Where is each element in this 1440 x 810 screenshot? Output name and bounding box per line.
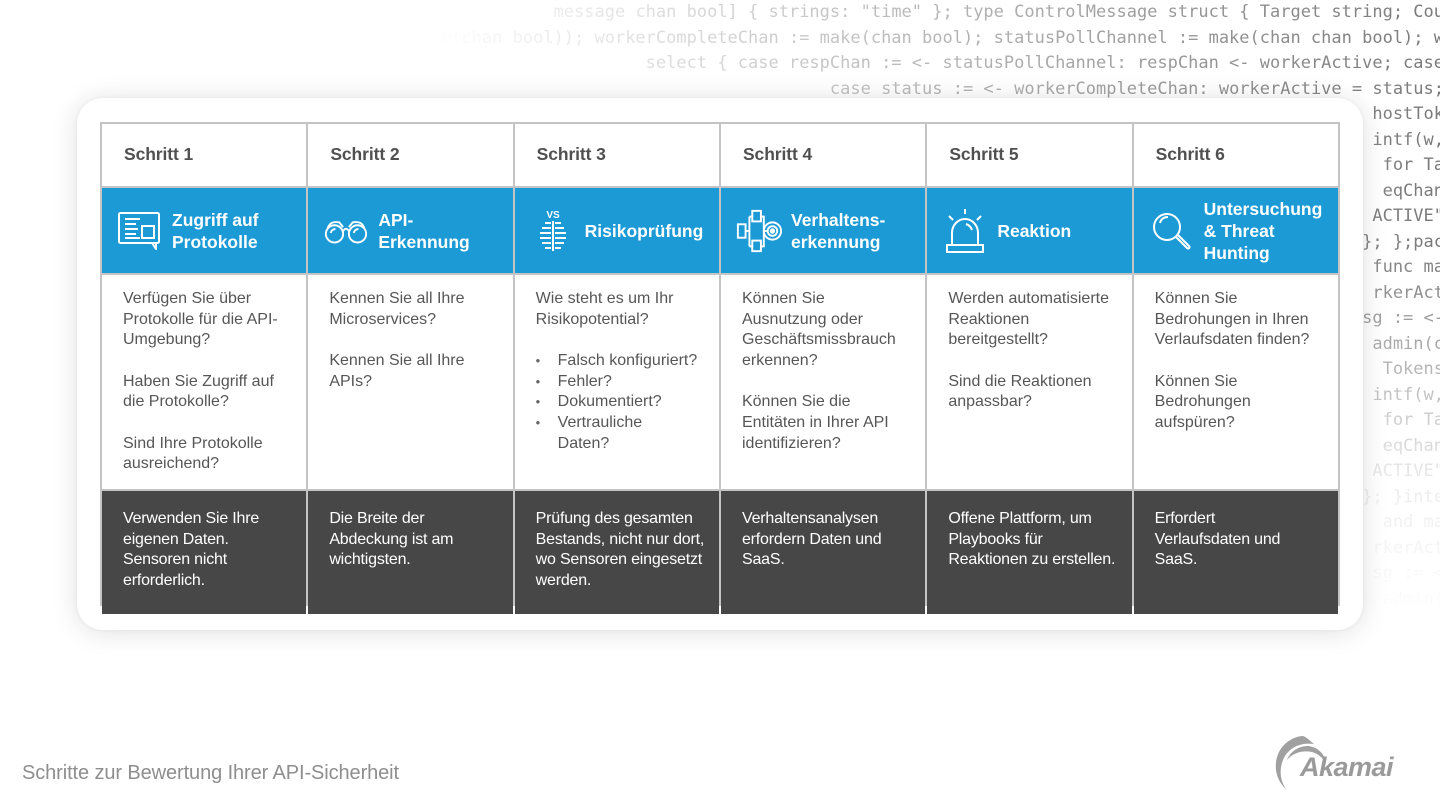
step-questions-3: Wie steht es um Ihr Risikopotential? Fal… — [514, 275, 719, 489]
step-questions-6: Können Sie Bedrohungen in Ihren Verlaufs… — [1133, 275, 1338, 489]
code-line: eqChan — [1382, 435, 1440, 456]
step-questions-1: Verfügen Sie über Protokolle für die API… — [102, 275, 307, 489]
bullet-item: Dokumentiert? — [536, 392, 705, 413]
code-line: }; };pac — [1362, 231, 1440, 252]
step-label: Schritt 1 — [124, 144, 194, 164]
step-note-5: Offene Plattform, um Playbooks für Reakt… — [927, 491, 1132, 614]
step-label: Schritt 4 — [742, 144, 813, 164]
step-questions-4: Können Sie Ausnutzung oder Geschäftsmiss… — [720, 275, 926, 489]
note-text: Prüfung des gesamten Bestands, nicht nur… — [535, 510, 705, 590]
step-header-2: API- Erkennung — [308, 188, 513, 273]
step-title: Reaktion — [997, 220, 1072, 241]
code-line: t := make(chan bool)); workerCompleteCha… — [359, 27, 1440, 48]
footer-title: Schritte zur Bewertung Ihrer API-Sicherh… — [22, 762, 399, 784]
note-text: Verhaltensanalysen erfordern Daten und S… — [741, 510, 882, 569]
step-note-1: Verwenden Sie Ihre eigenen Daten. Sensor… — [102, 491, 307, 614]
code-line: select { case respChan := <- statusPollC… — [645, 53, 1440, 73]
step-label-cell-4: Schritt 4 — [720, 124, 926, 186]
code-line: hostTok — [1372, 104, 1440, 124]
step-label: Schritt 2 — [330, 144, 400, 164]
code-line: }; }inte — [1362, 486, 1440, 507]
note-text: Offene Plattform, um Playbooks für Reakt… — [948, 510, 1116, 569]
code-line: message chan bool] { strings: "time" }; … — [553, 2, 1440, 22]
code-line: for Ta — [1382, 155, 1440, 175]
question: Sind die Reaktionen anpassbar? — [948, 372, 1092, 411]
step-questions-2: Kennen Sie all Ihre Microservices? Kenne… — [308, 275, 513, 489]
step-label-cell-1: Schritt 1 — [102, 124, 307, 186]
step-header-6: Untersuchung & Threat Hunting — [1133, 188, 1338, 273]
question: Werden automatisierte Reaktionen bereitg… — [948, 290, 1109, 349]
step-header-4: Verhaltens-erkennung — [720, 188, 926, 273]
step-note-3: Prüfung des gesamten Bestands, nicht nur… — [514, 491, 719, 614]
bullet-item: Fehler? — [536, 372, 705, 393]
step-label-cell-2: Schritt 2 — [308, 124, 513, 186]
step-header-3: VS Risikoprüfung — [514, 188, 719, 273]
question: Können Sie Ausnutzung oder Geschäftsmiss… — [741, 290, 896, 370]
step-label-cell-5: Schritt 5 — [927, 124, 1132, 186]
code-line: intf(w, — [1372, 129, 1440, 150]
step-header-1: Zugriff auf Protokolle — [102, 188, 307, 273]
note-text: Erfordert Verlaufsdaten und SaaS. — [1154, 510, 1281, 569]
akamai-wordmark: Akamai — [1300, 752, 1394, 782]
step-header-5: Reaktion — [927, 188, 1132, 273]
code-line: sg := <- — [1362, 308, 1440, 328]
question: Sind Ihre Protokolle ausreichend? — [123, 434, 263, 473]
question: Kennen Sie all Ihre Microservices? — [329, 290, 465, 328]
note-text: Die Breite der Abdeckung ist am wichtigs… — [329, 510, 454, 569]
step-questions-5: Werden automatisierte Reaktionen bereitg… — [927, 275, 1132, 489]
magnifier-icon — [1148, 207, 1196, 255]
step-title: API- Erkennung — [378, 209, 470, 252]
code-line: func ma — [1372, 257, 1440, 277]
question: Wie steht es um Ihr Risikopotential? — [535, 290, 674, 328]
code-line: for Ta — [1382, 410, 1440, 430]
alarm-siren-icon — [941, 207, 989, 255]
code-line: rkerAct — [1372, 537, 1440, 558]
step-label-cell-6: Schritt 6 — [1133, 124, 1338, 186]
vs-label: VS — [546, 210, 560, 221]
code-line: ACTIVE" — [1372, 206, 1440, 226]
step-label: Schritt 3 — [536, 144, 606, 164]
step-note-4: Verhaltensanalysen erfordern Daten und S… — [720, 491, 926, 614]
question: Haben Sie Zugriff auf die Protokolle? — [123, 372, 274, 411]
code-line: rkerAct — [1372, 282, 1440, 303]
code-line: intf(w, — [1372, 384, 1440, 405]
step-note-6: Erfordert Verlaufsdaten und SaaS. — [1133, 491, 1338, 614]
code-line: admin(c — [1372, 333, 1440, 354]
step-label: Schritt 6 — [1155, 144, 1225, 164]
binoculars-icon — [322, 207, 370, 255]
log-document-icon — [116, 207, 164, 255]
step-title: Verhaltens-erkennung — [790, 209, 886, 252]
step-title: Zugriff auf Protokolle — [172, 209, 259, 252]
steps-table: Schritt 1 Schritt 2 Schritt 3 Schritt 4 … — [100, 122, 1340, 614]
note-text: Verwenden Sie Ihre eigenen Daten. Sensor… — [123, 510, 260, 590]
step-title: Untersuchung & Threat Hunting — [1203, 198, 1323, 263]
question: Können Sie Bedrohungen in Ihren Verlaufs… — [1154, 290, 1310, 349]
code-line: sg := < — [1372, 563, 1440, 583]
code-line: Tokens — [1382, 359, 1440, 379]
code-line: eqChan — [1382, 180, 1440, 201]
flow-target-icon — [735, 207, 783, 255]
akamai-logo: Akamai — [1268, 730, 1428, 794]
question: Verfügen Sie über Protokolle für die API… — [123, 290, 278, 349]
step-label: Schritt 5 — [949, 144, 1019, 164]
question: Können Sie die Entitäten in Ihrer API id… — [741, 393, 889, 452]
step-note-2: Die Breite der Abdeckung ist am wichtigs… — [308, 491, 513, 614]
step-title: Risikoprüfung — [584, 220, 704, 241]
question: Kennen Sie all Ihre APIs? — [329, 351, 465, 390]
code-line: and ma — [1382, 512, 1440, 532]
question: Können Sie Bedrohungen aufspüren? — [1154, 372, 1251, 432]
code-line: admin( — [1382, 588, 1440, 609]
bullet-item: Vertrauliche Daten? — [536, 413, 705, 454]
bullet-item: Falsch konfiguriert? — [536, 351, 705, 372]
step-label-cell-3: Schritt 3 — [514, 124, 719, 186]
vs-comparison-icon: VS — [529, 207, 577, 255]
code-line: ACTIVE" — [1372, 461, 1440, 481]
risk-bullet-list: Falsch konfiguriert? Fehler? Dokumentier… — [536, 351, 705, 455]
